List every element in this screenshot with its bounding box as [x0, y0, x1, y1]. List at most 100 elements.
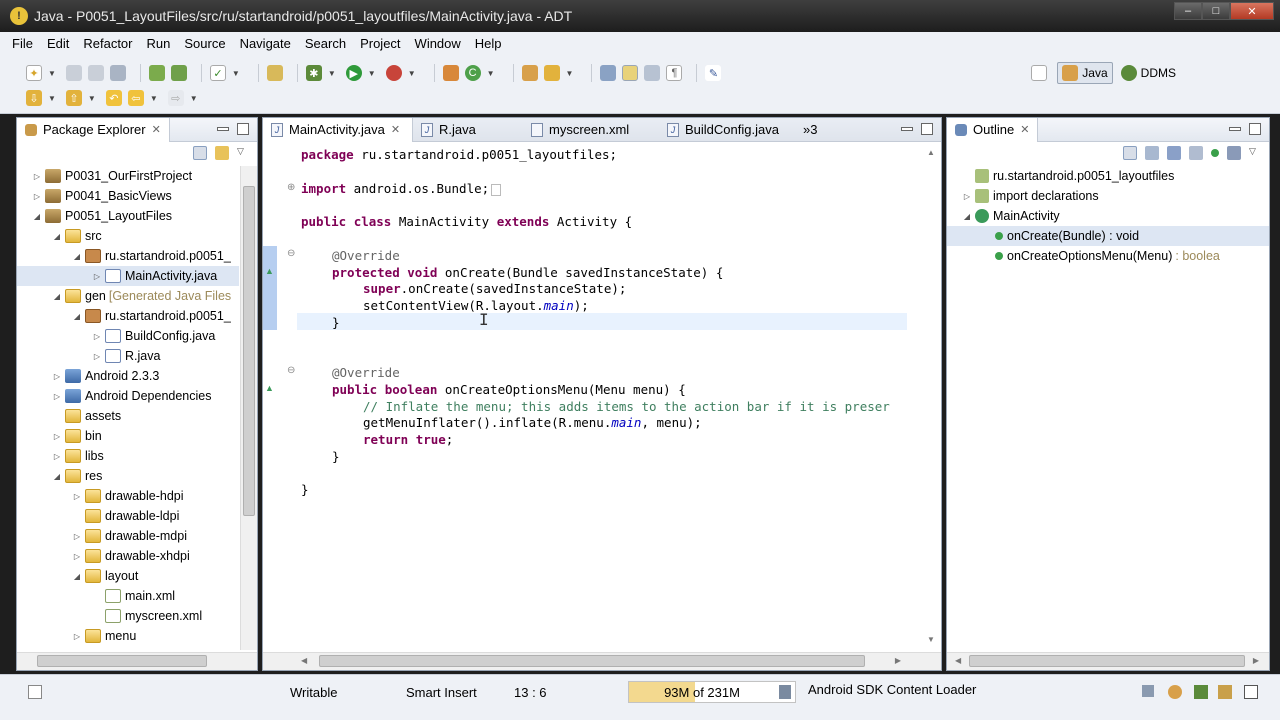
tree-item[interactable]: ▷ drawable-mdpi — [17, 526, 239, 546]
tree-item[interactable]: ▷ libs — [17, 446, 239, 466]
package-explorer-hscrollbar[interactable] — [17, 652, 257, 670]
maximize-view-icon[interactable] — [1249, 123, 1261, 135]
menu-edit[interactable]: Edit — [47, 36, 69, 51]
maximize-view-icon[interactable] — [921, 123, 933, 135]
back-icon[interactable]: ⇦ — [127, 90, 144, 106]
garbage-collect-icon[interactable] — [779, 685, 791, 699]
tree-item[interactable]: ◢ layout — [17, 566, 239, 586]
tree-item[interactable]: myscreen.xml — [17, 606, 239, 626]
heap-status[interactable]: 93M of 231M — [628, 681, 796, 703]
toggle-mark-occurrences-icon[interactable] — [600, 65, 617, 81]
maximize-button[interactable]: □ — [1202, 2, 1230, 20]
progress-view-icon[interactable] — [1142, 685, 1154, 697]
tree-item[interactable]: ◢ ru.startandroid.p0051_ — [17, 246, 239, 266]
expand-arrow-icon[interactable]: ▷ — [31, 192, 43, 201]
hide-fields-icon[interactable] — [1167, 146, 1181, 160]
tree-item[interactable]: ▷ drawable-xhdpi — [17, 546, 239, 566]
tree-item[interactable]: ▷ R.java — [17, 346, 239, 366]
fold-expand-icon[interactable]: ⊕ — [287, 182, 295, 193]
scroll-thumb[interactable] — [243, 186, 255, 516]
expand-arrow-icon[interactable]: ▷ — [71, 632, 83, 641]
expand-arrow-icon[interactable]: ▷ — [71, 492, 83, 501]
previous-annotation-icon[interactable]: ⇧ — [65, 90, 82, 106]
new-java-class-icon[interactable]: C — [464, 65, 481, 81]
new-class-icon[interactable] — [442, 65, 459, 81]
tree-item[interactable]: ◢ P0051_LayoutFiles — [17, 206, 239, 226]
open-perspective-icon[interactable] — [1031, 65, 1048, 81]
close-icon[interactable]: ✕ — [1020, 123, 1029, 136]
save-icon[interactable] — [65, 65, 82, 81]
editor-vscrollbar[interactable]: ▲ ▼ — [924, 142, 941, 650]
devices-status-icon[interactable] — [1218, 685, 1232, 699]
tree-item[interactable]: ▷ Android Dependencies — [17, 386, 239, 406]
menu-project[interactable]: Project — [360, 36, 400, 51]
tree-item[interactable]: assets — [17, 406, 239, 426]
code-editor[interactable]: ⊕ ⊖ ⊖ ▲ ▲ package ru.startandroid.p0051_… — [263, 142, 941, 670]
menu-refactor[interactable]: Refactor — [83, 36, 132, 51]
tree-item[interactable]: ▷ bin — [17, 426, 239, 446]
tree-item[interactable]: ◢ gen [Generated Java Files — [17, 286, 239, 306]
tree-item[interactable]: onCreate(Bundle) : void — [947, 226, 1269, 246]
tree-item[interactable]: ◢ res — [17, 466, 239, 486]
hide-static-icon[interactable] — [1189, 146, 1203, 160]
collapse-arrow-icon[interactable]: ◢ — [961, 212, 973, 221]
print-icon[interactable] — [109, 65, 126, 81]
scroll-thumb[interactable] — [319, 655, 865, 667]
expand-arrow-icon[interactable]: ▷ — [51, 392, 63, 401]
view-menu-icon[interactable]: ▽ — [237, 146, 247, 160]
tree-item[interactable]: ◢ src — [17, 226, 239, 246]
expand-arrow-icon[interactable]: ▷ — [91, 332, 103, 341]
menu-source[interactable]: Source — [184, 36, 225, 51]
link-with-editor-icon[interactable] — [215, 146, 229, 160]
editor-tab-overflow[interactable]: »3 — [795, 118, 825, 142]
collapse-arrow-icon[interactable]: ◢ — [31, 212, 43, 221]
block-selection-icon[interactable] — [644, 65, 661, 81]
minimize-view-icon[interactable] — [1229, 127, 1241, 131]
minimize-button[interactable]: – — [1174, 2, 1202, 20]
debug-icon[interactable]: ✱ — [305, 65, 322, 81]
hide-non-public-icon[interactable] — [1211, 149, 1219, 157]
tree-item[interactable]: ru.startandroid.p0051_layoutfiles — [947, 166, 1269, 186]
collapse-arrow-icon[interactable]: ◢ — [71, 252, 83, 261]
tree-item[interactable]: ▷ drawable-hdpi — [17, 486, 239, 506]
expand-arrow-icon[interactable]: ▷ — [71, 532, 83, 541]
scroll-thumb[interactable] — [969, 655, 1245, 667]
android-sdk-manager-icon[interactable] — [148, 65, 165, 81]
menu-file[interactable]: File — [12, 36, 33, 51]
close-icon[interactable]: ✕ — [152, 123, 161, 136]
scroll-right-icon[interactable]: ▶ — [1253, 656, 1259, 665]
scroll-thumb[interactable] — [37, 655, 207, 667]
expand-arrow-icon[interactable]: ▷ — [51, 452, 63, 461]
tree-item[interactable]: ▷ MainActivity.java — [17, 266, 239, 286]
avd-manager-icon[interactable] — [170, 65, 187, 81]
editor-tab[interactable]: J R.java — [413, 118, 523, 142]
external-tools-icon[interactable] — [385, 65, 402, 81]
tree-item[interactable]: main.xml — [17, 586, 239, 606]
expand-arrow-icon[interactable]: ▷ — [961, 192, 973, 201]
editor-tab[interactable]: myscreen.xml — [523, 118, 659, 142]
collapse-arrow-icon[interactable]: ◢ — [51, 292, 63, 301]
menu-navigate[interactable]: Navigate — [240, 36, 291, 51]
hide-local-types-icon[interactable] — [1227, 146, 1241, 160]
editor-tab[interactable]: J MainActivity.java ✕ — [263, 117, 413, 142]
collapse-arrow-icon[interactable]: ◢ — [51, 472, 63, 481]
scroll-up-icon[interactable]: ▲ — [927, 148, 935, 157]
collapse-arrow-icon[interactable]: ◢ — [51, 232, 63, 241]
expand-arrow-icon[interactable]: ▷ — [31, 172, 43, 181]
scroll-down-icon[interactable]: ▼ — [927, 635, 935, 644]
tree-item[interactable]: ▷ P0031_OurFirstProject — [17, 166, 239, 186]
new-icon[interactable]: ✦ — [26, 65, 42, 81]
menu-window[interactable]: Window — [415, 36, 461, 51]
search-icon[interactable] — [543, 65, 560, 81]
code-text[interactable]: package ru.startandroid.p0051_layoutfile… — [297, 142, 919, 650]
editor-tab[interactable]: J BuildConfig.java — [659, 118, 795, 142]
menu-help[interactable]: Help — [475, 36, 502, 51]
fast-view-icon[interactable] — [28, 685, 42, 699]
run-icon[interactable]: ▶ — [345, 65, 362, 81]
outline-hscrollbar[interactable]: ◀ ▶ — [947, 652, 1269, 670]
next-annotation-icon[interactable]: ⇩ — [26, 90, 42, 106]
save-all-icon[interactable] — [87, 65, 104, 81]
scroll-left-icon[interactable]: ◀ — [301, 656, 307, 665]
expand-arrow-icon[interactable]: ▷ — [51, 372, 63, 381]
collapse-arrow-icon[interactable]: ◢ — [71, 312, 83, 321]
